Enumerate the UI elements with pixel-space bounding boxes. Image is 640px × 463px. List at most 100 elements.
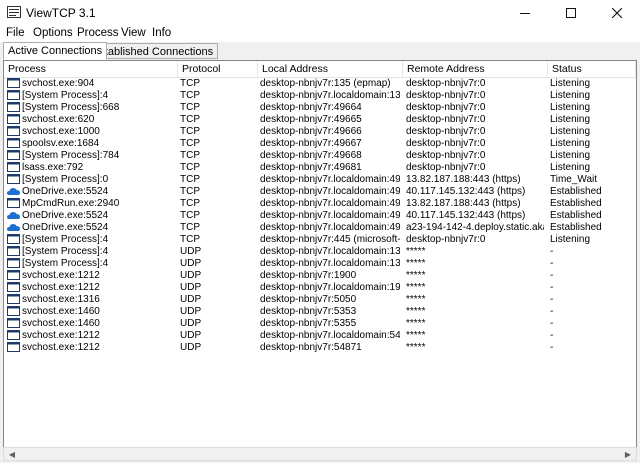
table-row[interactable]: spoolsv.exe:1684 TCP desktop-nbnjv7r:49667… bbox=[4, 138, 636, 150]
table-row[interactable]: OneDrive.exe:5524 TCP desktop-nbnjv7r.loca… bbox=[4, 222, 636, 234]
menu-bar: File Options Process View Info bbox=[0, 26, 640, 42]
column-header-remote-address[interactable]: Remote Address bbox=[403, 61, 548, 77]
process-cell: OneDrive.exe:5524 bbox=[22, 210, 109, 221]
table-row[interactable]: [System Process]:4 TCP desktop-nbnjv7r.loc… bbox=[4, 90, 636, 102]
table-row[interactable]: [System Process]:4 TCP desktop-nbnjv7r:445… bbox=[4, 234, 636, 246]
process-cell-wrap: [System Process]:668 bbox=[7, 102, 175, 114]
table-row[interactable]: [System Process]:668 TCP desktop-nbnjv7r:4… bbox=[4, 102, 636, 114]
scroll-right-icon[interactable]: ▶ bbox=[621, 449, 635, 461]
horizontal-scrollbar[interactable]: ◀ ▶ bbox=[3, 447, 637, 461]
remote-address-cell: a23-194-142-4.deploy.static.aka... bbox=[406, 222, 544, 233]
menu-options[interactable]: Options bbox=[33, 27, 73, 39]
local-address-cell: desktop-nbnjv7r:49666 bbox=[260, 126, 362, 137]
table-row[interactable]: lsass.exe:792 TCP desktop-nbnjv7r:49681 des… bbox=[4, 162, 636, 174]
protocol-cell: TCP bbox=[180, 162, 200, 173]
process-cell: svchost.exe:1316 bbox=[22, 294, 100, 305]
table-row[interactable]: svchost.exe:1212 UDP desktop-nbnjv7r.local… bbox=[4, 282, 636, 294]
table-row[interactable]: svchost.exe:1212 UDP desktop-nbnjv7r:54871… bbox=[4, 342, 636, 354]
minimize-button[interactable] bbox=[502, 0, 548, 26]
onedrive-icon bbox=[7, 224, 20, 231]
table-row[interactable]: svchost.exe:1460 UDP desktop-nbnjv7r:5355 *… bbox=[4, 318, 636, 330]
protocol-cell: UDP bbox=[180, 270, 202, 281]
process-cell: [System Process]:4 bbox=[22, 90, 109, 101]
close-button[interactable] bbox=[594, 0, 640, 26]
window-app-icon bbox=[7, 150, 20, 160]
table-row[interactable]: svchost.exe:1460 UDP desktop-nbnjv7r:5353 *… bbox=[4, 306, 636, 318]
process-cell-wrap: MpCmdRun.exe:2940 bbox=[7, 198, 175, 210]
window-app-icon bbox=[7, 114, 20, 124]
table-row[interactable]: [System Process]:0 TCP desktop-nbnjv7r.loc… bbox=[4, 174, 636, 186]
process-cell: svchost.exe:1460 bbox=[22, 318, 100, 329]
menu-file[interactable]: File bbox=[6, 27, 25, 39]
maximize-button[interactable] bbox=[548, 0, 594, 26]
process-cell-wrap: svchost.exe:1212 bbox=[7, 330, 175, 342]
local-address-cell: desktop-nbnjv7r:49667 bbox=[260, 138, 362, 149]
protocol-cell: UDP bbox=[180, 318, 202, 329]
tab-active-connections[interactable]: Active Connections bbox=[3, 42, 108, 60]
window-app-icon bbox=[7, 282, 20, 292]
table-row[interactable]: OneDrive.exe:5524 TCP desktop-nbnjv7r.loca… bbox=[4, 186, 636, 198]
protocol-cell: UDP bbox=[180, 294, 202, 305]
process-cell-wrap: [System Process]:784 bbox=[7, 150, 175, 162]
local-address-cell: desktop-nbnjv7r.localdomain:54870 bbox=[260, 330, 400, 341]
remote-address-cell: ***** bbox=[406, 282, 426, 293]
remote-address-cell: desktop-nbnjv7r:0 bbox=[406, 102, 486, 113]
process-cell: svchost.exe:1212 bbox=[22, 270, 100, 281]
tab-bar: Active Connections Established Connectio… bbox=[0, 42, 640, 60]
status-cell: - bbox=[550, 270, 554, 281]
process-cell: [System Process]:784 bbox=[22, 150, 120, 161]
table-row[interactable]: [System Process]:784 TCP desktop-nbnjv7r:4… bbox=[4, 150, 636, 162]
menu-process[interactable]: Process bbox=[77, 27, 119, 39]
local-address-cell: desktop-nbnjv7r:49664 bbox=[260, 102, 362, 113]
column-header-local-address[interactable]: Local Address bbox=[258, 61, 403, 77]
remote-address-cell: 40.117.145.132:443 (https) bbox=[406, 186, 526, 197]
status-cell: - bbox=[550, 246, 554, 257]
menu-info[interactable]: Info bbox=[152, 27, 171, 39]
column-header-process[interactable]: Process bbox=[4, 61, 178, 77]
column-header-status[interactable]: Status bbox=[548, 61, 636, 77]
table-row[interactable]: [System Process]:4 UDP desktop-nbnjv7r.loc… bbox=[4, 258, 636, 270]
table-row[interactable]: svchost.exe:1212 UDP desktop-nbnjv7r:1900 *… bbox=[4, 270, 636, 282]
process-cell: spoolsv.exe:1684 bbox=[22, 138, 100, 149]
protocol-cell: TCP bbox=[180, 78, 200, 89]
process-cell-wrap: spoolsv.exe:1684 bbox=[7, 138, 175, 150]
local-address-cell: desktop-nbnjv7r:49668 bbox=[260, 150, 362, 161]
table-row[interactable]: OneDrive.exe:5524 TCP desktop-nbnjv7r.loca… bbox=[4, 210, 636, 222]
process-cell-wrap: [System Process]:0 bbox=[7, 174, 175, 186]
window-app-icon bbox=[7, 258, 20, 268]
title-bar: ViewTCP 3.1 bbox=[0, 0, 640, 26]
process-cell: svchost.exe:620 bbox=[22, 114, 95, 125]
scroll-left-icon[interactable]: ◀ bbox=[5, 449, 19, 461]
protocol-cell: TCP bbox=[180, 126, 200, 137]
table-row[interactable]: svchost.exe:1212 UDP desktop-nbnjv7r.local… bbox=[4, 330, 636, 342]
remote-address-cell: desktop-nbnjv7r:0 bbox=[406, 114, 486, 125]
connections-list[interactable]: Process Protocol Local Address Remote Ad… bbox=[3, 60, 637, 448]
local-address-cell: desktop-nbnjv7r:49681 bbox=[260, 162, 362, 173]
table-row[interactable]: svchost.exe:1316 UDP desktop-nbnjv7r:5050 *… bbox=[4, 294, 636, 306]
process-cell: [System Process]:668 bbox=[22, 102, 120, 113]
status-cell: - bbox=[550, 294, 554, 305]
remote-address-cell: 13.82.187.188:443 (https) bbox=[406, 198, 521, 209]
window-app-icon bbox=[7, 246, 20, 256]
window-app-icon bbox=[7, 270, 20, 280]
remote-address-cell: 13.82.187.188:443 (https) bbox=[406, 174, 521, 185]
process-cell-wrap: svchost.exe:1460 bbox=[7, 318, 175, 330]
window-app-icon bbox=[7, 306, 20, 316]
process-cell-wrap: [System Process]:4 bbox=[7, 90, 175, 102]
local-address-cell: desktop-nbnjv7r.localdomain:1900 bbox=[260, 282, 400, 293]
window-app-icon bbox=[7, 126, 20, 136]
column-header-protocol[interactable]: Protocol bbox=[178, 61, 258, 77]
local-address-cell: desktop-nbnjv7r.localdomain:49774 bbox=[260, 186, 400, 197]
local-address-cell: desktop-nbnjv7r.localdomain:49770 bbox=[260, 174, 400, 185]
menu-view[interactable]: View bbox=[121, 27, 146, 39]
status-cell: Time_Wait bbox=[550, 174, 598, 185]
app-icon bbox=[7, 6, 21, 18]
remote-address-cell: desktop-nbnjv7r:0 bbox=[406, 78, 486, 89]
table-row[interactable]: [System Process]:4 UDP desktop-nbnjv7r.loc… bbox=[4, 246, 636, 258]
table-row[interactable]: svchost.exe:620 TCP desktop-nbnjv7r:49665 d… bbox=[4, 114, 636, 126]
table-row[interactable]: svchost.exe:1000 TCP desktop-nbnjv7r:49666… bbox=[4, 126, 636, 138]
local-address-cell: desktop-nbnjv7r:445 (microsoft-ds) bbox=[260, 234, 400, 245]
table-row[interactable]: MpCmdRun.exe:2940 TCP desktop-nbnjv7r.loca… bbox=[4, 198, 636, 210]
table-row[interactable]: svchost.exe:904 TCP desktop-nbnjv7r:135 (e… bbox=[4, 78, 636, 90]
onedrive-icon bbox=[7, 188, 20, 195]
